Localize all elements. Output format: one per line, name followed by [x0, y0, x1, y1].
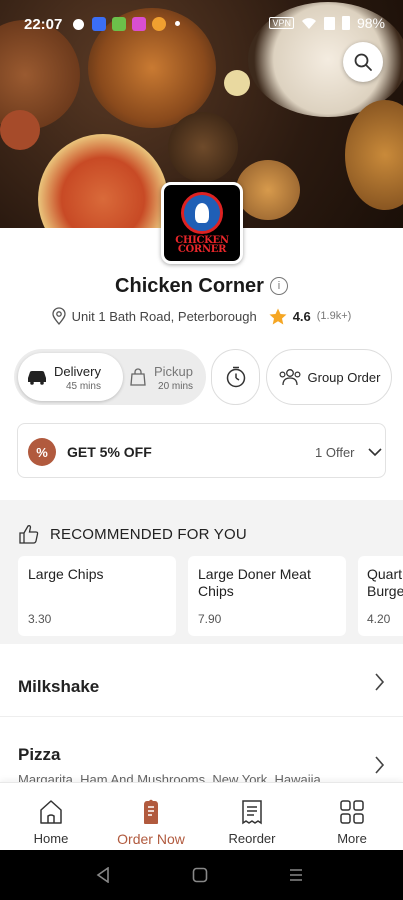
recommended-title: RECOMMENDED FOR YOU	[50, 525, 247, 543]
chevron-right-icon	[375, 673, 385, 691]
battery-icon	[341, 16, 350, 30]
chevron-down-icon	[368, 448, 382, 457]
restaurant-name: Chicken Corner	[115, 275, 264, 297]
restaurant-address: Unit 1 Bath Road, Peterborough	[71, 308, 257, 324]
rating-count: (1.9k+)	[316, 310, 352, 322]
app-status-icon	[132, 17, 146, 31]
status-bar: 22:07 VPN 98%	[0, 0, 403, 48]
delivery-time: 45 mins	[65, 380, 101, 392]
order-type-toggle: Delivery 45 mins Pickup 20 mins	[14, 349, 206, 405]
item-price: 4.20	[367, 612, 391, 626]
home-system-icon[interactable]	[192, 867, 208, 883]
app-screen: 22:07 VPN 98% CHICKEN CORNER Chicken Corn…	[0, 0, 403, 900]
recommended-header: RECOMMENDED FOR YOU	[18, 524, 247, 544]
nav-reorder[interactable]: Reorder	[202, 783, 302, 851]
receipt-icon	[242, 800, 262, 825]
recommended-item[interactable]: Quart Burge 4.20	[358, 556, 403, 636]
delivery-option[interactable]: Delivery 45 mins	[18, 353, 123, 401]
thumbs-up-icon	[19, 525, 39, 544]
sim-icon	[323, 16, 335, 30]
android-status-icon	[112, 17, 126, 31]
category-row-milkshake[interactable]: Milkshake	[0, 644, 403, 717]
discount-badge-icon: %	[28, 438, 56, 466]
recents-menu-icon[interactable]	[288, 867, 304, 883]
item-price: 3.30	[28, 612, 52, 626]
item-name: Large Chips	[28, 566, 104, 582]
nav-label: Home	[33, 831, 69, 846]
battery-level: 98%	[356, 15, 385, 31]
chrome-status-icon	[152, 17, 166, 31]
messenger-status-icon	[92, 17, 106, 31]
offer-card[interactable]: % GET 5% OFF 1 Offer	[17, 423, 386, 478]
nav-label: More	[337, 831, 367, 846]
item-name: Quart Burge	[367, 566, 403, 599]
group-order-label: Group Order	[307, 369, 381, 385]
item-price: 7.90	[198, 612, 222, 626]
pickup-time: 20 mins	[158, 380, 194, 392]
rating-value: 4.6	[292, 308, 311, 324]
wifi-icon	[301, 17, 316, 29]
search-icon	[354, 53, 372, 71]
recommended-item[interactable]: Large Doner Meat Chips 7.90	[188, 556, 346, 636]
logo-text: CHICKEN CORNER	[175, 235, 229, 255]
nav-home[interactable]: Home	[1, 783, 101, 851]
category-row-pizza[interactable]: Pizza Margarita, Ham And Mushrooms, New …	[0, 717, 403, 787]
shopping-bag-icon	[130, 368, 146, 386]
offer-text: GET 5% OFF	[67, 444, 152, 460]
star-icon	[269, 308, 287, 324]
vpn-icon: VPN	[269, 17, 294, 29]
back-icon[interactable]	[96, 867, 110, 883]
address-row: Unit 1 Bath Road, Peterborough 4.6 (1.9k…	[0, 307, 403, 325]
info-icon[interactable]: i	[269, 277, 288, 295]
home-icon	[40, 800, 62, 824]
status-right: VPN 98%	[269, 15, 385, 31]
status-time: 22:07	[24, 16, 63, 33]
system-navigation-bar	[0, 850, 403, 900]
logo-emblem	[181, 192, 223, 234]
location-pin-icon	[52, 307, 66, 325]
category-name: Pizza	[18, 745, 61, 764]
settings-status-icon	[73, 19, 84, 30]
nav-label: Reorder	[228, 831, 276, 846]
restaurant-logo: CHICKEN CORNER	[161, 182, 243, 264]
nav-order-now[interactable]: Order Now	[101, 783, 201, 851]
order-bag-icon	[144, 799, 158, 824]
group-order-button[interactable]: Group Order	[266, 349, 392, 405]
nav-label: Order Now	[117, 831, 185, 847]
recommended-item[interactable]: Large Chips 3.30	[18, 556, 176, 636]
nav-more[interactable]: More	[302, 783, 402, 851]
chevron-right-icon	[375, 756, 385, 774]
delivery-label: Delivery	[54, 363, 101, 379]
offer-count: 1 Offer	[315, 445, 355, 460]
pickup-label: Pickup	[154, 363, 194, 379]
timer-icon	[226, 366, 245, 388]
car-icon	[28, 371, 46, 385]
bottom-navigation: Home Order Now Reorder More	[0, 782, 403, 850]
search-button[interactable]	[343, 42, 383, 82]
group-users-icon	[278, 369, 301, 386]
item-name: Large Doner Meat Chips	[198, 566, 311, 599]
category-name: Milkshake	[18, 677, 100, 696]
restaurant-title: Chicken Corner i	[0, 275, 403, 298]
pickup-option[interactable]: Pickup 20 mins	[126, 353, 206, 401]
more-notifications-icon	[175, 21, 180, 26]
schedule-button[interactable]	[211, 349, 260, 405]
grid-icon	[340, 800, 364, 824]
